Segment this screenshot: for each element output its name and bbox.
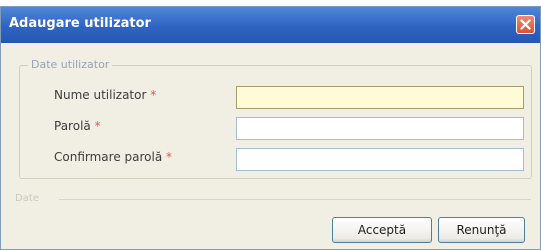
group-legend: Date utilizator (28, 58, 113, 71)
close-button[interactable] (516, 15, 535, 34)
separator-label: Date (15, 193, 39, 204)
required-mark: * (166, 150, 173, 164)
password-label: Parolă * (54, 119, 101, 133)
required-mark: * (94, 119, 101, 133)
required-mark: * (150, 88, 157, 102)
dialog-title: Adaugare utilizator (9, 16, 151, 31)
accept-button[interactable]: Acceptă (332, 217, 432, 243)
cancel-button[interactable]: Renunţă (438, 217, 525, 243)
dialog-titlebar[interactable]: Adaugare utilizator (1, 7, 540, 43)
confirm-password-input[interactable] (236, 148, 524, 171)
close-icon (520, 19, 531, 30)
password-input[interactable] (236, 117, 524, 140)
add-user-dialog: Adaugare utilizator Date utilizator Nume… (0, 6, 541, 250)
confirm-password-label: Confirmare parolă * (54, 150, 173, 164)
username-input[interactable] (236, 86, 524, 109)
separator-line (59, 199, 531, 200)
username-label: Nume utilizator * (54, 88, 157, 102)
